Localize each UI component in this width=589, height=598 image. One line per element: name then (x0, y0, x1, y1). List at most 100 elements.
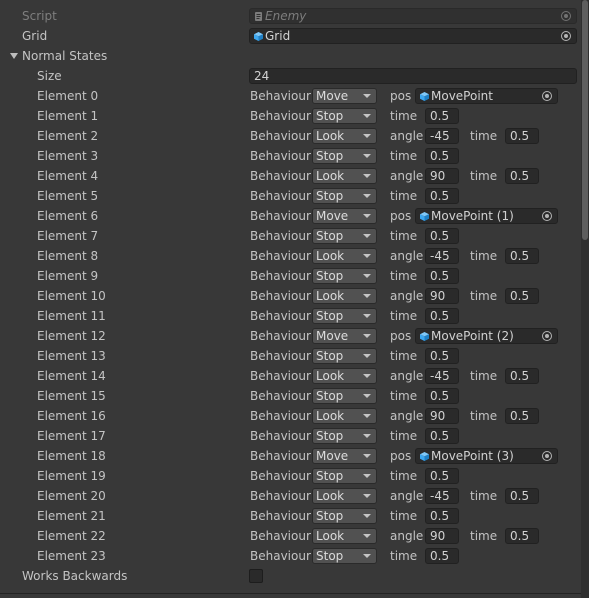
object-picker-icon[interactable] (561, 31, 571, 41)
behaviour-label: Behaviour (250, 369, 311, 383)
angle-input[interactable]: 90 (425, 168, 459, 184)
behaviour-label: Behaviour (250, 289, 311, 303)
behaviour-dropdown[interactable]: Move (312, 88, 377, 104)
behaviour-dropdown[interactable]: Stop (312, 228, 377, 244)
behaviour-dropdown[interactable]: Look (312, 368, 377, 384)
behaviour-dropdown[interactable]: Look (312, 248, 377, 264)
pos-object-field[interactable]: MovePoint (1) (415, 208, 558, 224)
element-label: Element 4 (37, 169, 99, 183)
object-picker-icon[interactable] (542, 211, 552, 221)
param-label: angle (390, 409, 424, 423)
dropdown-caret-icon (363, 514, 371, 518)
object-picker-icon[interactable] (542, 331, 552, 341)
behaviour-dropdown[interactable]: Stop (312, 548, 377, 564)
dropdown-caret-icon (363, 374, 371, 378)
behaviour-dropdown[interactable]: Stop (312, 108, 377, 124)
time-input[interactable]: 0.5 (425, 308, 459, 324)
param-label: angle (390, 489, 424, 503)
behaviour-dropdown[interactable]: Stop (312, 308, 377, 324)
behaviour-value: Move (316, 329, 349, 343)
element-label: Element 15 (37, 389, 106, 403)
param-label: time (390, 349, 418, 363)
element-row: Element 13 Behaviour Stop time 0.5 (0, 346, 581, 366)
time-input[interactable]: 0.5 (425, 468, 459, 484)
element-label: Element 16 (37, 409, 106, 423)
time-input[interactable]: 0.5 (505, 488, 539, 504)
element-label: Element 6 (37, 209, 99, 223)
works-backwards-checkbox[interactable] (249, 569, 263, 583)
behaviour-dropdown[interactable]: Move (312, 448, 377, 464)
prefab-cube-icon (254, 32, 263, 41)
scrollbar[interactable] (581, 0, 589, 598)
time-input[interactable]: 0.5 (505, 528, 539, 544)
param-label: angle (390, 289, 424, 303)
param-label: angle (390, 369, 424, 383)
pos-object-field[interactable]: MovePoint (3) (415, 448, 558, 464)
angle-input[interactable]: -45 (425, 248, 459, 264)
object-picker-icon[interactable] (542, 91, 552, 101)
behaviour-dropdown[interactable]: Stop (312, 268, 377, 284)
time-input[interactable]: 0.5 (425, 108, 459, 124)
behaviour-dropdown[interactable]: Look (312, 168, 377, 184)
behaviour-dropdown[interactable]: Stop (312, 468, 377, 484)
time-input[interactable]: 0.5 (425, 228, 459, 244)
prefab-cube-icon (420, 332, 429, 341)
angle-input[interactable]: -45 (425, 488, 459, 504)
dropdown-caret-icon (363, 254, 371, 258)
pos-object-field[interactable]: MovePoint (415, 88, 558, 104)
time-input[interactable]: 0.5 (425, 188, 459, 204)
behaviour-dropdown[interactable]: Stop (312, 428, 377, 444)
element-label: Element 7 (37, 229, 99, 243)
object-picker-icon[interactable] (542, 451, 552, 461)
time-input[interactable]: 0.5 (425, 148, 459, 164)
element-label: Element 8 (37, 249, 99, 263)
pos-object-field[interactable]: MovePoint (2) (415, 328, 558, 344)
grid-row: Grid Grid (0, 26, 581, 46)
param-label: time (390, 189, 418, 203)
element-row: Element 16 Behaviour Look angle 90 time 0.5 (0, 406, 581, 426)
grid-field[interactable]: Grid (249, 28, 577, 44)
angle-input[interactable]: 90 (425, 528, 459, 544)
time-input[interactable]: 0.5 (425, 388, 459, 404)
behaviour-dropdown[interactable]: Look (312, 288, 377, 304)
behaviour-value: Look (316, 369, 345, 383)
foldout-arrow-icon[interactable] (10, 53, 18, 59)
behaviour-dropdown[interactable]: Look (312, 408, 377, 424)
behaviour-dropdown[interactable]: Stop (312, 508, 377, 524)
time-input[interactable]: 0.5 (425, 428, 459, 444)
angle-input[interactable]: -45 (425, 128, 459, 144)
behaviour-dropdown[interactable]: Look (312, 488, 377, 504)
behaviour-label: Behaviour (250, 429, 311, 443)
behaviour-dropdown[interactable]: Move (312, 208, 377, 224)
angle-input[interactable]: -45 (425, 368, 459, 384)
time-input[interactable]: 0.5 (505, 168, 539, 184)
time-input[interactable]: 0.5 (425, 268, 459, 284)
param-label: time (390, 269, 418, 283)
script-label: Script (22, 9, 57, 23)
normal-states-foldout[interactable]: Normal States (0, 46, 581, 66)
behaviour-dropdown[interactable]: Stop (312, 388, 377, 404)
time-input[interactable]: 0.5 (505, 288, 539, 304)
time-input[interactable]: 0.5 (425, 508, 459, 524)
angle-input[interactable]: 90 (425, 408, 459, 424)
time-input[interactable]: 0.5 (505, 408, 539, 424)
param-label: time (390, 549, 418, 563)
behaviour-value: Move (316, 89, 349, 103)
behaviour-dropdown[interactable]: Stop (312, 188, 377, 204)
time-input[interactable]: 0.5 (505, 368, 539, 384)
behaviour-dropdown[interactable]: Look (312, 528, 377, 544)
behaviour-dropdown[interactable]: Look (312, 128, 377, 144)
size-input[interactable]: 24 (249, 68, 577, 84)
time-input[interactable]: 0.5 (505, 248, 539, 264)
angle-input[interactable]: 90 (425, 288, 459, 304)
behaviour-dropdown[interactable]: Move (312, 328, 377, 344)
time-input[interactable]: 0.5 (425, 548, 459, 564)
time-input[interactable]: 0.5 (505, 128, 539, 144)
behaviour-dropdown[interactable]: Stop (312, 348, 377, 364)
param-label: time (470, 249, 498, 263)
element-label: Element 14 (37, 369, 106, 383)
scrollbar-thumb[interactable] (582, 0, 588, 240)
behaviour-value: Stop (316, 309, 344, 323)
behaviour-dropdown[interactable]: Stop (312, 148, 377, 164)
time-input[interactable]: 0.5 (425, 348, 459, 364)
